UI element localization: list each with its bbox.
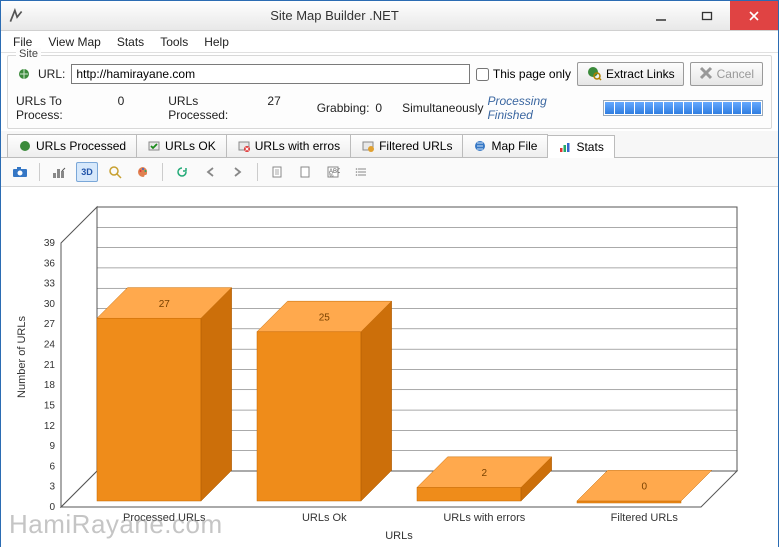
tab-urls-errors[interactable]: URLs with erros	[226, 134, 351, 157]
svg-text:30: 30	[44, 299, 56, 310]
svg-text:6: 6	[49, 461, 55, 472]
svg-text:18: 18	[44, 380, 56, 391]
percent-icon[interactable]: ABC%	[322, 162, 344, 182]
tab-stats[interactable]: Stats	[547, 135, 614, 158]
chart-svg: 03691215182124273033363927Processed URLs…	[1, 187, 779, 559]
maximize-button[interactable]	[684, 1, 730, 30]
svg-text:%: %	[329, 173, 334, 179]
chart-toolbar: 3D ABC%	[1, 158, 778, 187]
arrow-right-icon[interactable]	[227, 162, 249, 182]
menu-help[interactable]: Help	[196, 33, 237, 51]
camera-icon[interactable]	[9, 162, 31, 182]
filter-icon	[361, 139, 375, 153]
check-icon	[147, 139, 161, 153]
tab-urls-processed[interactable]: URLs Processed	[7, 134, 137, 157]
close-button[interactable]	[730, 1, 778, 30]
extract-links-button[interactable]: Extract Links	[577, 62, 684, 86]
processed-value: 27	[267, 94, 280, 108]
svg-text:21: 21	[44, 360, 56, 371]
svg-text:3: 3	[49, 482, 55, 493]
progress-message: Processing Finished	[487, 94, 595, 122]
3d-view-icon[interactable]: 3D	[76, 162, 98, 182]
svg-text:2: 2	[482, 468, 488, 479]
bar-chart-icon[interactable]	[48, 162, 70, 182]
document-icon[interactable]	[266, 162, 288, 182]
palette-icon[interactable]	[132, 162, 154, 182]
url-label: URL:	[38, 67, 65, 81]
svg-text:0: 0	[642, 482, 648, 493]
map-icon	[473, 139, 487, 153]
simultaneously-label: Simultaneously	[402, 101, 483, 115]
tab-bar: URLs Processed URLs OK URLs with erros F…	[1, 131, 778, 158]
svg-text:33: 33	[44, 279, 56, 290]
tab-label: Stats	[576, 140, 603, 154]
grabbing-label: Grabbing:	[317, 101, 370, 115]
menu-tools[interactable]: Tools	[152, 33, 196, 51]
tab-label: URLs OK	[165, 139, 216, 153]
minimize-button[interactable]	[638, 1, 684, 30]
site-groupbox: Site URL: This page only Extract Links C…	[7, 55, 772, 129]
app-title: Site Map Builder .NET	[31, 8, 638, 23]
refresh-icon[interactable]	[171, 162, 193, 182]
site-legend: Site	[16, 48, 41, 60]
cancel-button[interactable]: Cancel	[690, 62, 763, 86]
page-icon[interactable]	[294, 162, 316, 182]
menubar: File View Map Stats Tools Help	[1, 31, 778, 53]
urls-to-process: URLs To Process: 0	[16, 94, 124, 122]
zoom-icon[interactable]	[104, 162, 126, 182]
svg-text:27: 27	[159, 299, 171, 310]
svg-text:36: 36	[44, 258, 56, 269]
x-icon	[699, 66, 713, 83]
globe-magnify-icon	[586, 65, 602, 84]
grabbing-value: 0	[375, 101, 382, 115]
to-process-label: URLs To Process:	[16, 94, 112, 122]
arrow-left-icon[interactable]	[199, 162, 221, 182]
svg-text:39: 39	[44, 238, 56, 249]
tab-urls-ok[interactable]: URLs OK	[136, 134, 227, 157]
extract-links-label: Extract Links	[606, 67, 675, 81]
tab-label: Map File	[491, 139, 537, 153]
menu-view-map[interactable]: View Map	[40, 33, 108, 51]
progress-bar	[603, 100, 763, 116]
svg-text:9: 9	[49, 441, 55, 452]
url-input[interactable]	[71, 64, 470, 84]
list-icon[interactable]	[350, 162, 372, 182]
svg-text:15: 15	[44, 400, 56, 411]
svg-text:27: 27	[44, 319, 56, 330]
svg-text:URLs with errors: URLs with errors	[443, 512, 525, 524]
this-page-only-label: This page only	[493, 67, 571, 81]
tab-label: Filtered URLs	[379, 139, 452, 153]
url-icon	[16, 66, 32, 82]
error-icon	[237, 139, 251, 153]
tab-label: URLs Processed	[36, 139, 126, 153]
tab-map-file[interactable]: Map File	[462, 134, 548, 157]
this-page-only-checkbox[interactable]: This page only	[476, 67, 571, 81]
this-page-only-input[interactable]	[476, 68, 489, 81]
svg-text:Filtered URLs: Filtered URLs	[611, 512, 679, 524]
app-icon	[7, 7, 25, 25]
titlebar: Site Map Builder .NET	[1, 1, 778, 31]
processed-label: URLs Processed:	[168, 94, 261, 122]
svg-text:12: 12	[44, 421, 56, 432]
svg-text:Processed URLs: Processed URLs	[123, 512, 206, 524]
cancel-label: Cancel	[717, 67, 754, 81]
svg-text:URLs Ok: URLs Ok	[302, 512, 347, 524]
grabbing: Grabbing: 0	[317, 101, 382, 115]
svg-text:24: 24	[44, 340, 56, 351]
menu-stats[interactable]: Stats	[109, 33, 152, 51]
tab-filtered-urls[interactable]: Filtered URLs	[350, 134, 463, 157]
stats-icon	[558, 140, 572, 154]
svg-text:Number of URLs: Number of URLs	[16, 316, 28, 398]
to-process-value: 0	[118, 94, 125, 108]
svg-text:0: 0	[49, 502, 55, 513]
urls-processed: URLs Processed: 27	[168, 94, 281, 122]
svg-text:25: 25	[319, 312, 331, 323]
tab-label: URLs with erros	[255, 139, 340, 153]
svg-text:URLs: URLs	[385, 530, 413, 542]
stats-chart: 03691215182124273033363927Processed URLs…	[1, 187, 778, 559]
globe-icon	[18, 139, 32, 153]
